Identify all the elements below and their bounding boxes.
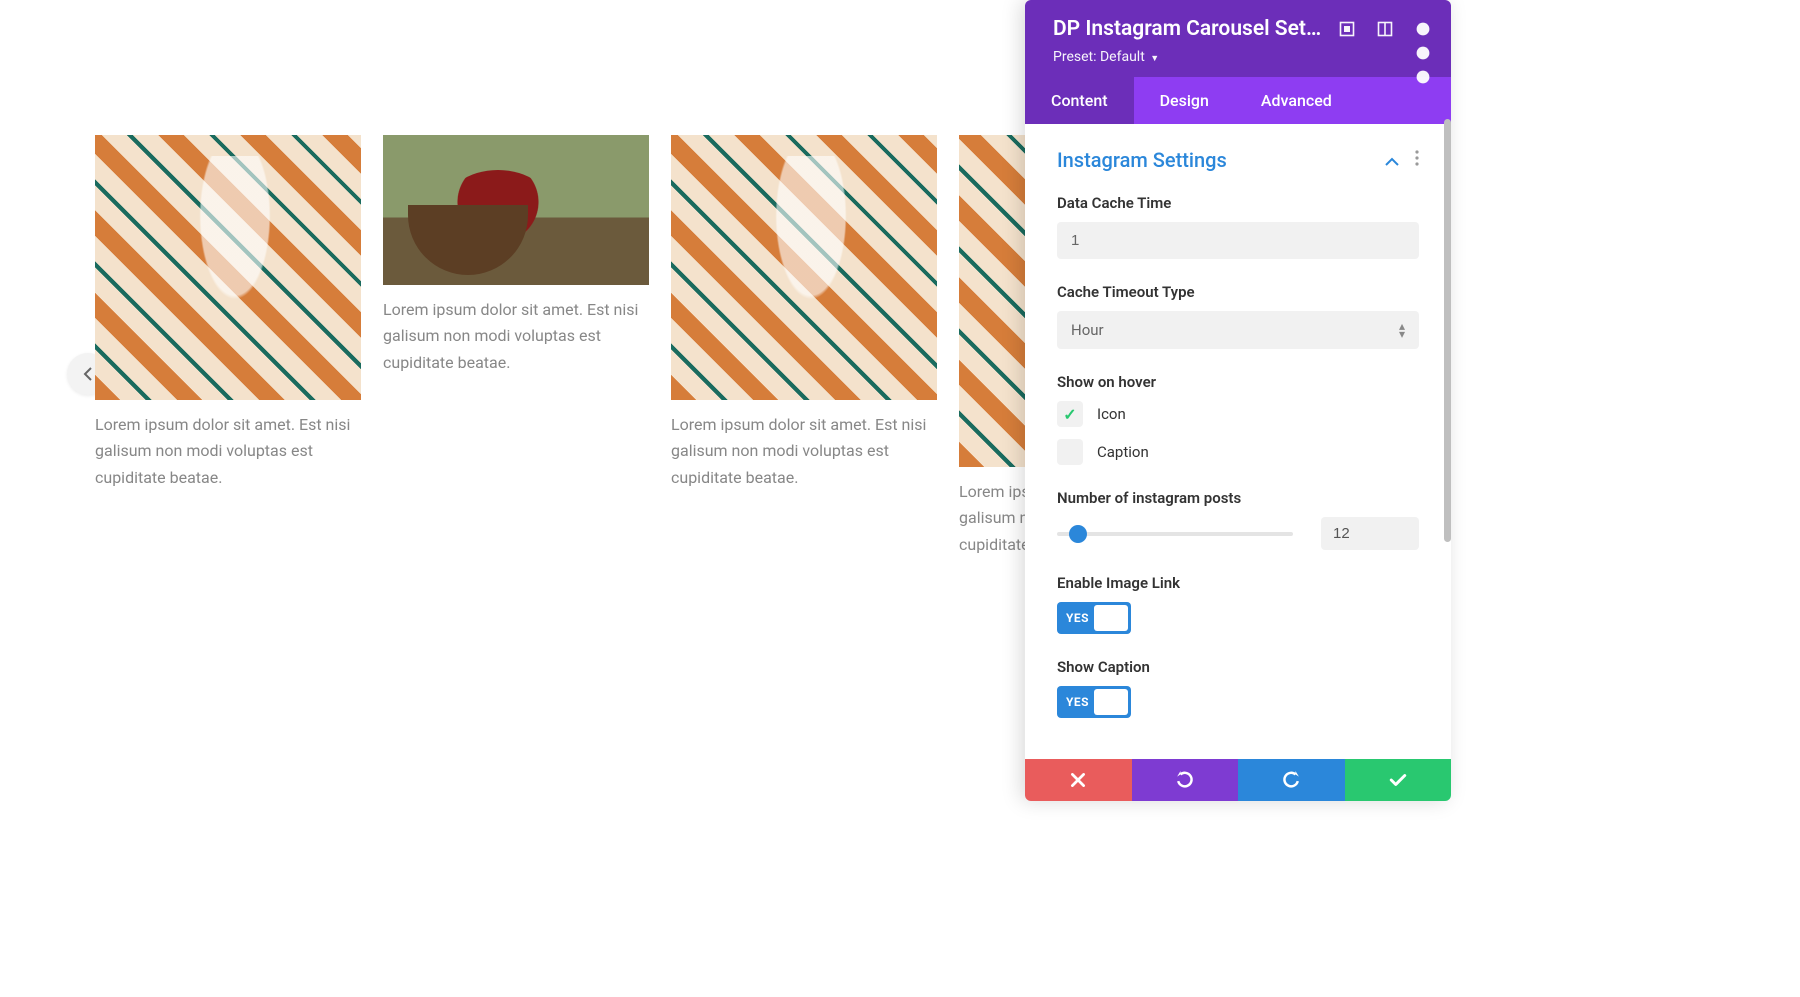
- panel-footer: [1025, 759, 1451, 801]
- preset-label: Preset:: [1053, 49, 1097, 65]
- carousel-item[interactable]: Lorem ipsum dolor sit amet. Est nisi gal…: [383, 135, 649, 558]
- field-cache-timeout-type: Cache Timeout Type Hour ▴▾: [1057, 283, 1419, 349]
- toggle-knob: [1094, 689, 1128, 715]
- toggle-label: YES: [1066, 611, 1089, 625]
- preset-value: Default: [1100, 49, 1145, 65]
- field-enable-image-link: Enable Image Link YES: [1057, 574, 1419, 634]
- data-cache-time-input[interactable]: [1057, 222, 1419, 259]
- carousel-caption: Lorem ipsum dolor sit amet. Est nisi gal…: [383, 297, 649, 376]
- carousel-caption: Lorem ipsum dolor sit amet. Est nisi gal…: [671, 412, 937, 491]
- cancel-button[interactable]: [1025, 759, 1132, 801]
- preset-selector[interactable]: Preset: Default ▼: [1053, 49, 1431, 65]
- caret-down-icon: ▼: [1150, 54, 1159, 64]
- chevron-left-icon: [83, 366, 93, 382]
- field-label: Data Cache Time: [1057, 194, 1419, 212]
- panel-body: Instagram Settings Data Cache Time Cache…: [1025, 124, 1451, 759]
- check-icon: [1389, 771, 1407, 789]
- page-canvas: Lorem ipsum dolor sit amet. Est nisi gal…: [0, 0, 1800, 997]
- columns-icon[interactable]: [1377, 21, 1393, 37]
- carousel-caption: Lorem ipsum dolor sit amet. Est nisi gal…: [95, 412, 361, 491]
- field-show-caption: Show Caption YES: [1057, 658, 1419, 718]
- field-label: Show on hover: [1057, 373, 1419, 391]
- toggle-knob: [1094, 605, 1128, 631]
- more-icon[interactable]: [1415, 21, 1431, 37]
- carousel-item[interactable]: Lorem ipsum dolor sit amet. Est nisi gal…: [959, 135, 1028, 558]
- settings-panel: DP Instagram Carousel Sett… Preset: Defa…: [1025, 0, 1451, 801]
- posts-slider[interactable]: [1057, 532, 1293, 536]
- section-title: Instagram Settings: [1057, 148, 1227, 172]
- checkbox-label: Icon: [1097, 405, 1126, 423]
- redo-button[interactable]: [1238, 759, 1345, 801]
- show-caption-toggle[interactable]: YES: [1057, 686, 1131, 718]
- chevron-up-icon[interactable]: [1385, 151, 1399, 170]
- carousel-caption: Lorem ipsum dolor sit amet. Est nisi gal…: [959, 479, 1028, 558]
- posts-count-input[interactable]: [1321, 517, 1419, 550]
- field-data-cache-time: Data Cache Time: [1057, 194, 1419, 259]
- carousel-image: [671, 135, 937, 400]
- toggle-label: YES: [1066, 695, 1089, 709]
- field-number-of-posts: Number of instagram posts: [1057, 489, 1419, 550]
- slider-thumb[interactable]: [1069, 525, 1087, 543]
- save-button[interactable]: [1345, 759, 1452, 801]
- checkbox-label: Caption: [1097, 443, 1149, 461]
- scrollbar-thumb[interactable]: [1444, 119, 1451, 542]
- instagram-carousel: Lorem ipsum dolor sit amet. Est nisi gal…: [95, 135, 1800, 558]
- enable-image-link-toggle[interactable]: YES: [1057, 602, 1131, 634]
- undo-button[interactable]: [1132, 759, 1239, 801]
- tab-design[interactable]: Design: [1134, 77, 1235, 124]
- panel-header: DP Instagram Carousel Sett… Preset: Defa…: [1025, 0, 1451, 77]
- expand-icon[interactable]: [1339, 21, 1355, 37]
- carousel-item[interactable]: Lorem ipsum dolor sit amet. Est nisi gal…: [671, 135, 937, 558]
- tab-advanced[interactable]: Advanced: [1235, 77, 1358, 124]
- section-more-icon[interactable]: [1415, 150, 1419, 170]
- field-label: Number of instagram posts: [1057, 489, 1419, 507]
- checkbox-icon-option[interactable]: [1057, 401, 1083, 427]
- panel-tabs: Content Design Advanced: [1025, 77, 1451, 124]
- panel-title: DP Instagram Carousel Sett…: [1053, 17, 1323, 41]
- scrollbar[interactable]: [1444, 119, 1451, 751]
- tab-content[interactable]: Content: [1025, 77, 1134, 124]
- close-icon: [1069, 771, 1087, 789]
- carousel-image: [95, 135, 361, 400]
- carousel-image: [383, 135, 649, 285]
- field-show-on-hover: Show on hover Icon Caption: [1057, 373, 1419, 465]
- carousel-item[interactable]: Lorem ipsum dolor sit amet. Est nisi gal…: [95, 135, 361, 558]
- field-label: Enable Image Link: [1057, 574, 1419, 592]
- section-header[interactable]: Instagram Settings: [1057, 148, 1419, 172]
- field-label: Show Caption: [1057, 658, 1419, 676]
- undo-icon: [1176, 771, 1194, 789]
- checkbox-caption-option[interactable]: [1057, 439, 1083, 465]
- field-label: Cache Timeout Type: [1057, 283, 1419, 301]
- carousel-image: [959, 135, 1028, 467]
- cache-timeout-type-select[interactable]: Hour: [1057, 311, 1419, 349]
- redo-icon: [1282, 771, 1300, 789]
